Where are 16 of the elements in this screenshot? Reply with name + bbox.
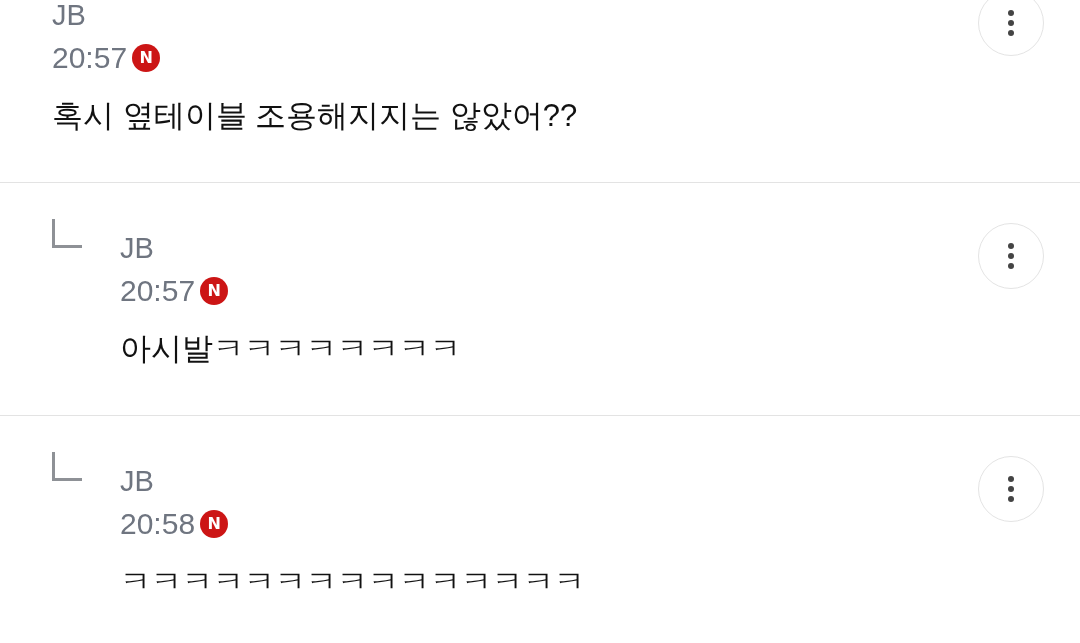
- comment-time: 20:58: [120, 506, 196, 542]
- more-button[interactable]: [978, 0, 1044, 56]
- comment-time: 20:57: [120, 273, 196, 309]
- comment-text: ㅋㅋㅋㅋㅋㅋㅋㅋㅋㅋㅋㅋㅋㅋㅋ: [120, 563, 585, 601]
- new-badge: N: [200, 510, 229, 538]
- new-badge: N: [132, 44, 161, 72]
- comment-text: 아시발ㅋㅋㅋㅋㅋㅋㅋㅋ: [120, 330, 461, 368]
- more-icon: [1008, 10, 1014, 36]
- author-name: JB: [120, 231, 154, 265]
- more-icon: [1008, 476, 1014, 502]
- new-badge: N: [200, 277, 229, 305]
- more-icon: [1008, 243, 1014, 269]
- comment-time: 20:57: [52, 40, 128, 76]
- author-name: JB: [120, 464, 154, 498]
- author-name: JB: [52, 0, 86, 32]
- comment-text: 혹시 옆테이블 조용해지지는 않았어??: [52, 97, 578, 135]
